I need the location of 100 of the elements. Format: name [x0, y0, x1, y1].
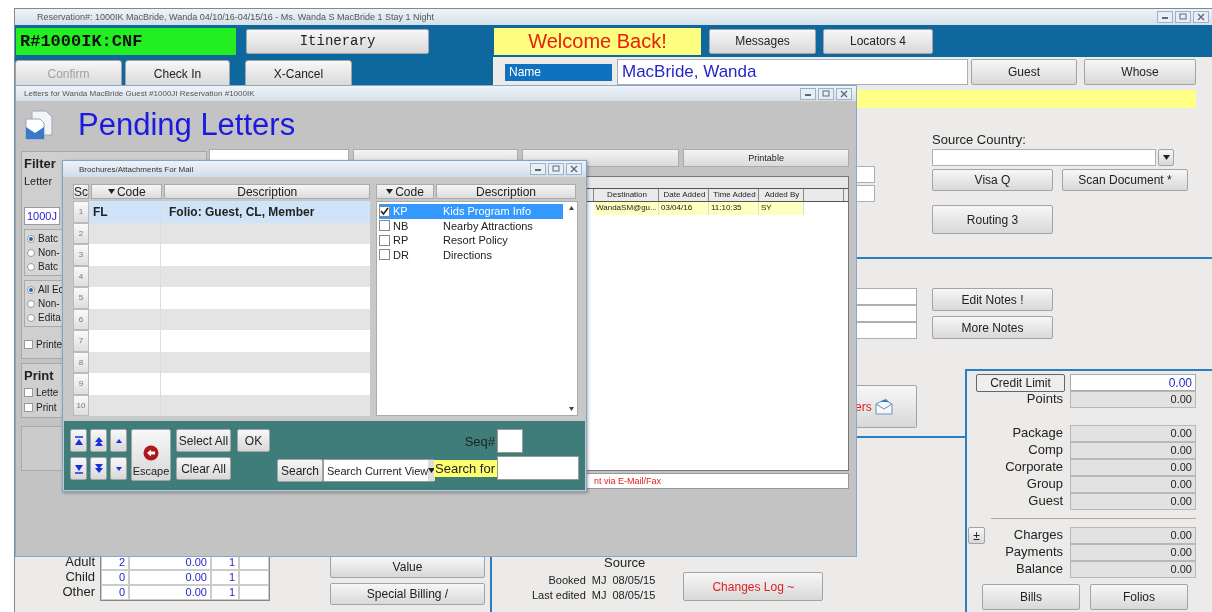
grid-row[interactable]: 7 — [73, 330, 370, 352]
grid-row[interactable]: 2 — [73, 222, 370, 244]
item-code: NB — [393, 219, 410, 232]
changes-log-button[interactable]: Changes Log ~ — [683, 572, 824, 601]
clear-all-button[interactable]: Clear All — [176, 457, 231, 480]
table-cell: 0.00 — [129, 570, 211, 585]
option-label: Non- — [38, 298, 60, 309]
item-code: RP — [393, 234, 410, 247]
ok-button[interactable]: OK — [237, 429, 270, 452]
grid-row[interactable]: 4 — [73, 265, 370, 287]
notes-button[interactable]: Edit Notes ! — [932, 288, 1053, 311]
occupant-type: Other — [61, 584, 95, 599]
occupant-type: Child — [64, 569, 95, 584]
grid-row[interactable]: 10 — [73, 394, 370, 416]
row-number: 6 — [73, 308, 89, 330]
total-value: 0.00 — [1070, 476, 1196, 493]
grid-row[interactable]: 8 — [73, 351, 370, 373]
source-country-label: Source Country: — [932, 132, 1027, 148]
column-header[interactable]: Code — [91, 184, 163, 199]
total-value: 0.00 — [1070, 391, 1196, 408]
item-code: KP — [393, 205, 409, 218]
grid-row[interactable]: 9 — [73, 373, 370, 395]
row-number: 9 — [73, 373, 89, 395]
dialog-heading: Pending Letters — [78, 107, 296, 143]
panel-title: Print — [24, 368, 54, 383]
itinerary-button[interactable]: Itinerary — [246, 28, 429, 54]
grid-row[interactable]: 3 — [73, 244, 370, 266]
id-button[interactable]: Visa Q — [932, 169, 1053, 191]
row-number: 8 — [73, 351, 89, 373]
grid-row[interactable]: 6 — [73, 308, 370, 330]
seq-label: Seq# — [463, 433, 496, 449]
column-header: Destination — [594, 189, 659, 201]
item-description: Nearby Attractions — [443, 219, 533, 232]
welcome-banner: Welcome Back! — [494, 27, 701, 55]
expand-button[interactable]: ± — [968, 527, 985, 544]
row-number: 4 — [73, 265, 89, 287]
dialog-title: Letters for Wanda MacBride Guest #1000JI Reservation #1000IK — [24, 89, 255, 98]
row-number: 3 — [73, 244, 89, 266]
reservation-code: R#1000IK:CNF — [16, 27, 236, 55]
list-item[interactable]: DR Directions — [379, 247, 563, 262]
button-label: Escape — [132, 465, 170, 477]
select-all-button[interactable]: Select All — [176, 429, 231, 452]
item-description: Resort Policy — [443, 234, 508, 247]
table-cell: 0 — [101, 570, 129, 585]
action-button[interactable]: X-Cancel — [245, 60, 352, 87]
total-label: Guest — [1027, 493, 1064, 510]
grid-row[interactable]: 1 FL Folio: Guest, CL, Member — [73, 201, 370, 223]
list-item[interactable]: NB Nearby Attractions — [379, 218, 563, 233]
total-value: 0.00 — [1070, 527, 1196, 544]
credit-limit-field[interactable]: 0.00 — [1070, 374, 1196, 391]
total-label: Payments — [1004, 544, 1064, 561]
billing-option-button[interactable]: Value — [330, 556, 485, 578]
table-cell: 11:10:35 — [709, 202, 759, 215]
column-header[interactable]: Description — [164, 184, 370, 199]
row-number: 10 — [73, 394, 89, 416]
total-label: Corporate — [1004, 459, 1064, 476]
grid-cell: FL — [89, 201, 161, 223]
column-header: Time Added — [709, 189, 759, 201]
row-number: 2 — [73, 222, 89, 244]
total-label: Points — [1025, 391, 1064, 408]
name-label: Name — [505, 63, 612, 81]
tab[interactable]: Printable — [683, 149, 849, 167]
name-field[interactable]: MacBride, Wanda — [617, 59, 968, 85]
escape-button[interactable]: Escape — [131, 429, 171, 481]
column-header[interactable]: Code — [376, 184, 434, 199]
search-scope-dropdown[interactable]: Search Current View — [323, 459, 434, 482]
letter-field[interactable]: 1000J — [24, 207, 60, 225]
column-header[interactable]: Description — [436, 184, 576, 199]
search-button[interactable]: Search — [277, 459, 323, 482]
routing-button[interactable]: Routing 3 — [932, 205, 1053, 234]
total-label: Comp — [1027, 442, 1064, 459]
audit-label: Last edited — [532, 589, 586, 601]
billing-button[interactable]: Bills — [982, 584, 1080, 610]
window-title: Reservation#: 1000IK MacBride, Wanda 04/10/16-04/15/16 - Ms. Wanda S MacBride 1 Stay 1 Night — [37, 12, 435, 22]
row-number: 5 — [73, 287, 89, 309]
table-cell: 1 — [211, 570, 239, 585]
source-label: Source — [603, 554, 647, 572]
total-label: Balance — [1015, 561, 1064, 578]
name-button[interactable]: Guest — [971, 59, 1077, 85]
column-header: Added By — [759, 189, 804, 201]
column-header[interactable]: Sc — [73, 184, 89, 199]
option-label: Batc — [38, 261, 58, 272]
grid-row[interactable]: 5 — [73, 287, 370, 309]
name-button[interactable]: Whose — [1084, 59, 1196, 85]
billing-option-button[interactable]: Special Billing / — [330, 583, 485, 605]
item-description: Directions — [443, 248, 492, 261]
toolbar-button[interactable]: Messages — [709, 28, 816, 54]
total-value: 0.00 — [1070, 544, 1196, 561]
notes-button[interactable]: More Notes — [932, 316, 1053, 339]
toolbar-button[interactable]: Locators 4 — [823, 28, 933, 54]
id-button[interactable]: Scan Document * — [1062, 169, 1188, 191]
billing-button[interactable]: Folios — [1090, 584, 1188, 610]
total-value: 0.00 — [1070, 425, 1196, 442]
dropdown-value: Search Current View — [327, 464, 429, 477]
list-item[interactable]: RP Resort Policy — [379, 233, 563, 248]
credit-limit-button[interactable]: Credit Limit — [976, 374, 1065, 392]
action-button[interactable]: Check In — [125, 60, 230, 87]
total-label: Charges — [1012, 527, 1064, 544]
table-cell: 0 — [101, 585, 129, 600]
option-label: Non- — [38, 247, 60, 258]
